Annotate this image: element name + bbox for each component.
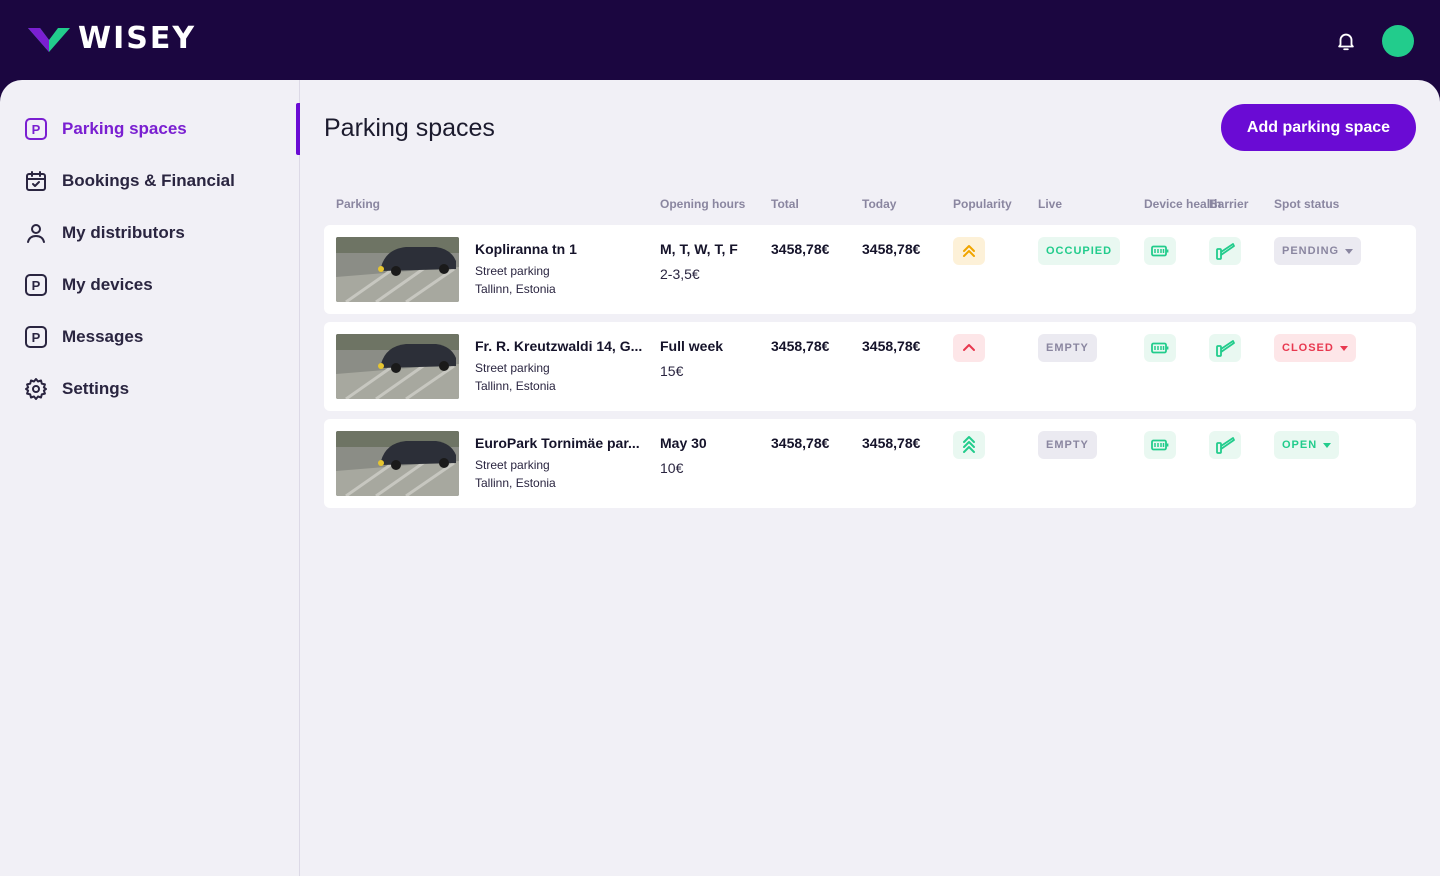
column-header-today[interactable]: Today xyxy=(862,197,896,211)
barrier-badge[interactable] xyxy=(1209,334,1241,362)
parking-photo xyxy=(336,431,459,496)
calendar-check-icon xyxy=(24,169,48,193)
device-health-badge xyxy=(1144,237,1176,265)
sidebar-item-distributors[interactable]: My distributors xyxy=(24,219,185,247)
barrier-icon xyxy=(1216,437,1235,454)
sidebar-item-messages[interactable]: P Messages xyxy=(24,323,143,351)
parking-name[interactable]: Fr. R. Kreutzwaldi 14, G... xyxy=(475,338,645,354)
page-title: Parking spaces xyxy=(324,114,495,142)
total-amount: 3458,78€ xyxy=(771,241,830,257)
sidebar-item-label: Messages xyxy=(62,327,144,346)
sidebar-item-settings[interactable]: Settings xyxy=(24,375,129,403)
battery-icon xyxy=(1151,439,1169,451)
sidebar-item-label: My devices xyxy=(62,275,153,294)
opening-hours: May 30 xyxy=(660,435,707,451)
column-header-parking[interactable]: Parking xyxy=(336,197,380,211)
chevron-up-icon xyxy=(963,344,975,351)
opening-hours: M, T, W, T, F xyxy=(660,241,738,257)
today-amount: 3458,78€ xyxy=(862,241,921,257)
caret-down-icon xyxy=(1345,248,1354,254)
today-amount: 3458,78€ xyxy=(862,435,921,451)
spot-status-label: CLOSED xyxy=(1282,342,1334,354)
parking-location: Tallinn, Estonia xyxy=(475,379,556,393)
parking-name[interactable]: Kopliranna tn 1 xyxy=(475,241,645,257)
sidebar-item-bookings[interactable]: Bookings & Financial xyxy=(24,167,235,195)
price: 2-3,5€ xyxy=(660,266,700,282)
battery-icon xyxy=(1151,245,1169,257)
caret-down-icon xyxy=(1339,345,1348,351)
table-row[interactable]: Kopliranna tn 1 Street parking Tallinn, … xyxy=(324,225,1416,314)
spot-status-label: PENDING xyxy=(1282,245,1340,257)
sidebar-item-devices[interactable]: P My devices xyxy=(24,271,153,299)
parking-type: Street parking xyxy=(475,264,550,278)
bell-icon[interactable] xyxy=(1335,30,1357,52)
total-amount: 3458,78€ xyxy=(771,435,830,451)
logo-mark-icon xyxy=(28,28,70,52)
sidebar-item-label: Bookings & Financial xyxy=(62,171,235,190)
today-amount: 3458,78€ xyxy=(862,338,921,354)
barrier-icon xyxy=(1216,243,1235,260)
price: 15€ xyxy=(660,363,684,379)
column-header-total[interactable]: Total xyxy=(771,197,799,211)
popularity-badge xyxy=(953,431,985,459)
device-health-badge xyxy=(1144,334,1176,362)
column-header-spot-status[interactable]: Spot status xyxy=(1274,197,1339,211)
parking-icon: P xyxy=(24,273,48,297)
sidebar-item-label: Settings xyxy=(62,379,130,398)
barrier-icon xyxy=(1216,340,1235,357)
opening-hours: Full week xyxy=(660,338,724,354)
popularity-badge xyxy=(953,237,985,265)
gear-icon xyxy=(24,377,48,401)
sidebar-item-label: Parking spaces xyxy=(62,119,187,138)
parking-location: Tallinn, Estonia xyxy=(475,282,556,296)
spot-status-dropdown[interactable]: CLOSED xyxy=(1274,334,1356,362)
table-row[interactable]: Fr. R. Kreutzwaldi 14, G... Street parki… xyxy=(324,322,1416,411)
popularity-badge xyxy=(953,334,985,362)
barrier-badge[interactable] xyxy=(1209,431,1241,459)
column-header-barrier[interactable]: Barrier xyxy=(1209,197,1248,211)
spot-status-dropdown[interactable]: PENDING xyxy=(1274,237,1362,265)
brand-logo[interactable]: WISEY xyxy=(28,24,196,54)
active-indicator xyxy=(296,103,300,155)
parking-photo xyxy=(336,237,459,302)
total-amount: 3458,78€ xyxy=(771,338,830,354)
sidebar-item-parking-spaces[interactable]: P Parking spaces xyxy=(24,115,187,143)
parking-name[interactable]: EuroPark Tornimäe par... xyxy=(475,435,645,451)
sidebar: P Parking spaces Bookings & Financial My… xyxy=(0,80,300,876)
brand-name: WISEY xyxy=(78,21,197,56)
parking-type: Street parking xyxy=(475,361,550,375)
app-shell: P Parking spaces Bookings & Financial My… xyxy=(0,80,1440,876)
column-header-opening-hours[interactable]: Opening hours xyxy=(660,197,745,211)
parking-photo xyxy=(336,334,459,399)
caret-down-icon xyxy=(1323,442,1332,448)
top-bar: WISEY xyxy=(0,0,1440,80)
spot-status-label: OPEN xyxy=(1282,439,1318,451)
device-health-badge xyxy=(1144,431,1176,459)
parking-type: Street parking xyxy=(475,458,550,472)
add-parking-space-button[interactable]: Add parking space xyxy=(1221,104,1416,151)
live-status-badge: EMPTY xyxy=(1038,334,1097,362)
battery-icon xyxy=(1151,342,1169,354)
table-row[interactable]: EuroPark Tornimäe par... Street parking … xyxy=(324,419,1416,508)
live-status-badge: OCCUPIED xyxy=(1038,237,1121,265)
column-header-live[interactable]: Live xyxy=(1038,197,1062,211)
triple-chevron-up-icon xyxy=(963,436,975,453)
parking-icon: P xyxy=(24,325,48,349)
user-avatar[interactable] xyxy=(1382,25,1414,57)
price: 10€ xyxy=(660,460,684,476)
column-header-popularity[interactable]: Popularity xyxy=(953,197,1012,211)
parking-icon: P xyxy=(24,117,48,141)
sidebar-item-label: My distributors xyxy=(62,223,185,242)
barrier-badge[interactable] xyxy=(1209,237,1241,265)
spot-status-dropdown[interactable]: OPEN xyxy=(1274,431,1340,459)
live-status-badge: EMPTY xyxy=(1038,431,1097,459)
user-icon xyxy=(24,221,48,245)
double-chevron-up-icon xyxy=(963,245,975,257)
parking-location: Tallinn, Estonia xyxy=(475,476,556,490)
